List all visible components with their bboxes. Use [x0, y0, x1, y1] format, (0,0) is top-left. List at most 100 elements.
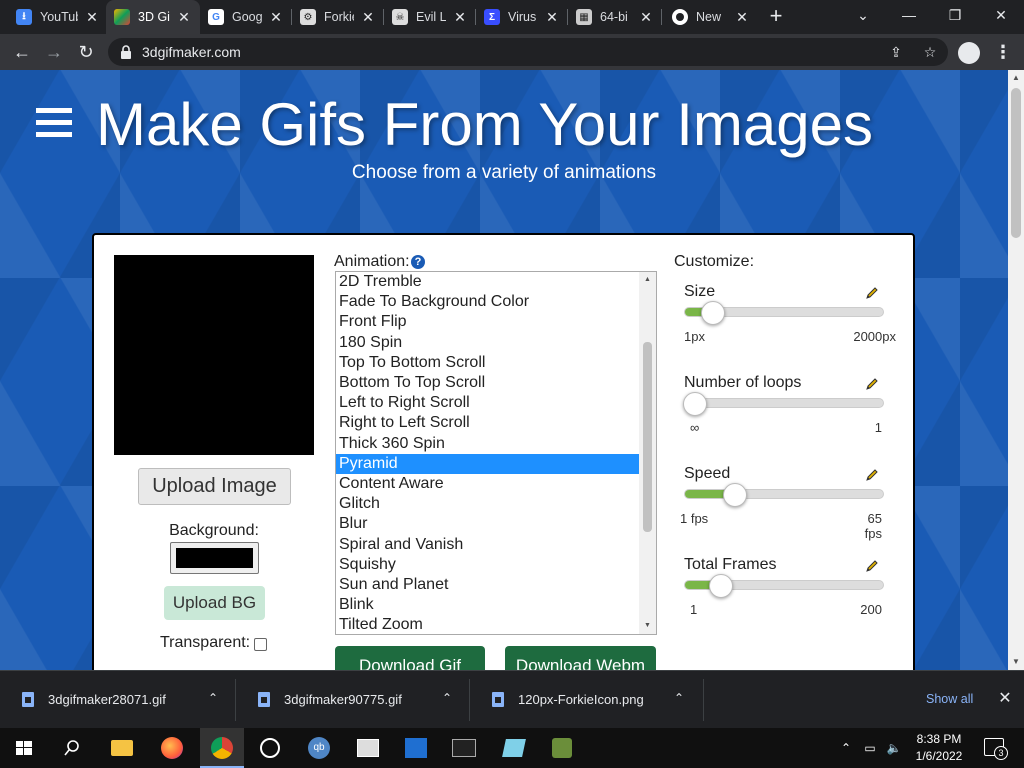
download-webm-button[interactable]: Download Webm	[505, 646, 656, 670]
tab-new[interactable]: New ✕	[664, 0, 758, 34]
download-item[interactable]: 3dgifmaker90775.gif ⌃	[236, 671, 470, 729]
animation-option[interactable]: Content Aware	[336, 474, 639, 494]
network-icon[interactable]: ▭	[862, 740, 878, 756]
background-color-picker[interactable]	[170, 542, 259, 574]
tab-64bit[interactable]: ▦ 64-bi ✕	[568, 0, 662, 34]
slider-handle[interactable]	[682, 392, 707, 416]
obs-icon[interactable]	[256, 734, 284, 762]
pencil-icon[interactable]	[864, 285, 880, 301]
animation-option[interactable]: Bottom To Top Scroll	[336, 373, 639, 393]
scrollbar-thumb[interactable]	[1011, 88, 1021, 238]
tab-3dgifmaker[interactable]: 3D Gif ✕	[106, 0, 200, 34]
download-item[interactable]: 120px-ForkieIcon.png ⌃	[470, 671, 704, 729]
download-gif-button[interactable]: Download Gif	[335, 646, 485, 670]
scroll-up-arrow-icon[interactable]: ▲	[639, 272, 656, 288]
back-button[interactable]: ←	[10, 40, 34, 64]
pencil-icon[interactable]	[864, 558, 880, 574]
close-icon[interactable]: ✕	[268, 9, 284, 25]
url-text[interactable]: 3dgifmaker.com	[142, 44, 241, 60]
animation-list[interactable]: 2D Tremble Fade To Background Color Front …	[335, 271, 657, 635]
lock-icon[interactable]	[120, 45, 132, 59]
tab-search-button[interactable]: ⌄	[840, 0, 886, 30]
close-downloads-bar-icon[interactable]: ✕	[996, 690, 1014, 708]
slider-handle[interactable]	[708, 574, 733, 598]
animation-option[interactable]: Blur	[336, 514, 639, 534]
tab-evil[interactable]: ☠ Evil Li ✕	[384, 0, 476, 34]
scroll-up-arrow-icon[interactable]: ▲	[1008, 70, 1024, 86]
share-icon[interactable]: ⇪	[886, 42, 906, 62]
new-tab-button[interactable]: +	[764, 5, 788, 29]
tab-youtube[interactable]: ⭳ YouTube ✕	[8, 0, 108, 34]
slider-handle[interactable]	[700, 301, 725, 325]
address-bar[interactable]: 3dgifmaker.com ⇪ ☆	[108, 38, 948, 66]
slider-track[interactable]	[682, 392, 884, 416]
close-icon[interactable]: ✕	[734, 9, 750, 25]
help-icon[interactable]: ?	[411, 255, 425, 269]
window-close-button[interactable]: ✕	[978, 0, 1024, 30]
hamburger-menu-icon[interactable]	[36, 108, 72, 138]
animation-option[interactable]: Thick 360 Spin	[336, 434, 639, 454]
scroll-down-arrow-icon[interactable]: ▼	[639, 618, 656, 634]
slider-track[interactable]	[684, 483, 884, 507]
scroll-down-arrow-icon[interactable]: ▼	[1008, 654, 1024, 670]
tray-overflow-icon[interactable]: ⌃	[838, 740, 854, 756]
tab-google[interactable]: G Google ✕	[200, 0, 292, 34]
app-icon[interactable]	[500, 734, 528, 762]
animation-option[interactable]: Glitch	[336, 494, 639, 514]
minimize-button[interactable]: —	[886, 0, 932, 30]
photos-icon[interactable]	[354, 734, 382, 762]
slider-track[interactable]	[684, 301, 884, 325]
page-scrollbar[interactable]: ▲ ▼	[1008, 70, 1024, 670]
animation-option[interactable]: Fade To Background Color	[336, 292, 639, 312]
chevron-up-icon[interactable]: ⌃	[672, 691, 686, 705]
browser-menu-icon[interactable]: ⋮	[994, 40, 1012, 64]
slider-track[interactable]	[684, 574, 884, 598]
show-all-downloads-link[interactable]: Show all	[926, 692, 973, 706]
animation-option[interactable]: Squishy	[336, 555, 639, 575]
pencil-icon[interactable]	[864, 467, 880, 483]
volume-muted-icon[interactable]: 🔈	[886, 740, 902, 756]
restore-button[interactable]: ❐	[932, 0, 978, 30]
animation-option[interactable]: 180 Spin	[336, 333, 639, 353]
search-icon[interactable]	[58, 734, 86, 762]
chrome-icon[interactable]	[208, 734, 236, 762]
firefox-icon[interactable]	[158, 734, 186, 762]
media-player-icon[interactable]	[402, 734, 430, 762]
upload-image-button[interactable]: Upload Image	[138, 468, 291, 505]
game-icon[interactable]	[548, 734, 576, 762]
chevron-up-icon[interactable]: ⌃	[440, 691, 454, 705]
close-icon[interactable]: ✕	[638, 9, 654, 25]
animation-option[interactable]: Front Flip	[336, 312, 639, 332]
animation-option[interactable]: Right to Left Scroll	[336, 413, 639, 433]
file-explorer-icon[interactable]	[108, 734, 136, 762]
transparent-checkbox[interactable]	[254, 638, 267, 651]
animation-option[interactable]: Top To Bottom Scroll	[336, 353, 639, 373]
animation-option[interactable]: Pyramid	[336, 453, 639, 474]
animation-option[interactable]: Sun and Planet	[336, 575, 639, 595]
animation-list-scrollbar[interactable]: ▲ ▼	[639, 272, 656, 634]
reload-button[interactable]: ↻	[74, 40, 98, 64]
system-clock[interactable]: 8:38 PM 1/6/2022	[904, 731, 974, 765]
profile-avatar[interactable]	[958, 42, 980, 64]
tab-virustotal[interactable]: Σ Virus ✕	[476, 0, 568, 34]
animation-option[interactable]: Tilted Zoom	[336, 615, 639, 634]
close-icon[interactable]: ✕	[452, 9, 468, 25]
windows-start-icon[interactable]	[10, 734, 38, 762]
close-icon[interactable]: ✕	[544, 9, 560, 25]
animation-option[interactable]: 2D Tremble	[336, 272, 639, 292]
upload-bg-button[interactable]: Upload BG	[164, 586, 265, 620]
close-icon[interactable]: ✕	[84, 9, 100, 25]
download-item[interactable]: 3dgifmaker28071.gif ⌃	[0, 671, 236, 729]
animation-option[interactable]: Blink	[336, 595, 639, 615]
scrollbar-thumb[interactable]	[643, 342, 652, 532]
bookmark-star-icon[interactable]: ☆	[920, 42, 940, 62]
animation-option[interactable]: Left to Right Scroll	[336, 393, 639, 413]
close-icon[interactable]: ✕	[360, 9, 376, 25]
terminal-icon[interactable]	[450, 734, 478, 762]
qbittorrent-icon[interactable]: qb	[305, 734, 333, 762]
pencil-icon[interactable]	[864, 376, 880, 392]
tab-forkie[interactable]: ⚙ Forkie ✕	[292, 0, 384, 34]
slider-handle[interactable]	[722, 483, 747, 507]
close-icon[interactable]: ✕	[176, 9, 192, 25]
chevron-up-icon[interactable]: ⌃	[206, 691, 220, 705]
